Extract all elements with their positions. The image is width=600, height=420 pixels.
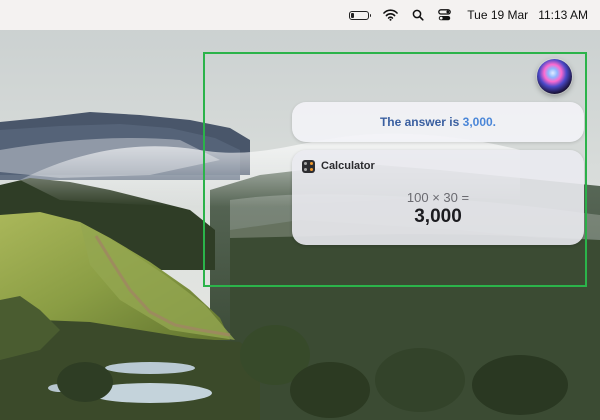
siri-orb-icon[interactable] bbox=[537, 59, 572, 94]
menu-bar-time[interactable]: 11:13 AM bbox=[538, 0, 588, 30]
control-center-glyph bbox=[438, 9, 452, 21]
battery-level bbox=[351, 12, 355, 18]
calculator-icon bbox=[302, 159, 315, 173]
search-glyph bbox=[412, 9, 424, 21]
answer-value: 3,000. bbox=[462, 115, 497, 129]
battery-icon[interactable] bbox=[349, 0, 372, 30]
wifi-icon[interactable] bbox=[383, 0, 399, 30]
control-center-icon[interactable] bbox=[438, 0, 452, 30]
calculator-result: 3,000 bbox=[414, 206, 462, 227]
menu-bar-date[interactable]: Tue 19 Mar bbox=[467, 0, 528, 30]
calculator-title: Calculator bbox=[321, 160, 375, 172]
battery-body bbox=[349, 10, 372, 20]
calculator-card-header: Calculator bbox=[302, 158, 375, 174]
calculator-card[interactable]: Calculator 100 × 30 = 3,000 bbox=[292, 150, 584, 245]
siri-answer-bubble: The answer is 3,000. bbox=[292, 102, 584, 142]
wifi-glyph bbox=[383, 9, 399, 21]
menu-bar: Tue 19 Mar 11:13 AM bbox=[0, 0, 600, 30]
calculator-expression: 100 × 30 = bbox=[406, 190, 470, 205]
answer-prefix: The answer is bbox=[379, 115, 463, 129]
desktop: Tue 19 Mar 11:13 AM The answer is 3,000.… bbox=[0, 0, 600, 420]
search-icon[interactable] bbox=[412, 0, 424, 30]
